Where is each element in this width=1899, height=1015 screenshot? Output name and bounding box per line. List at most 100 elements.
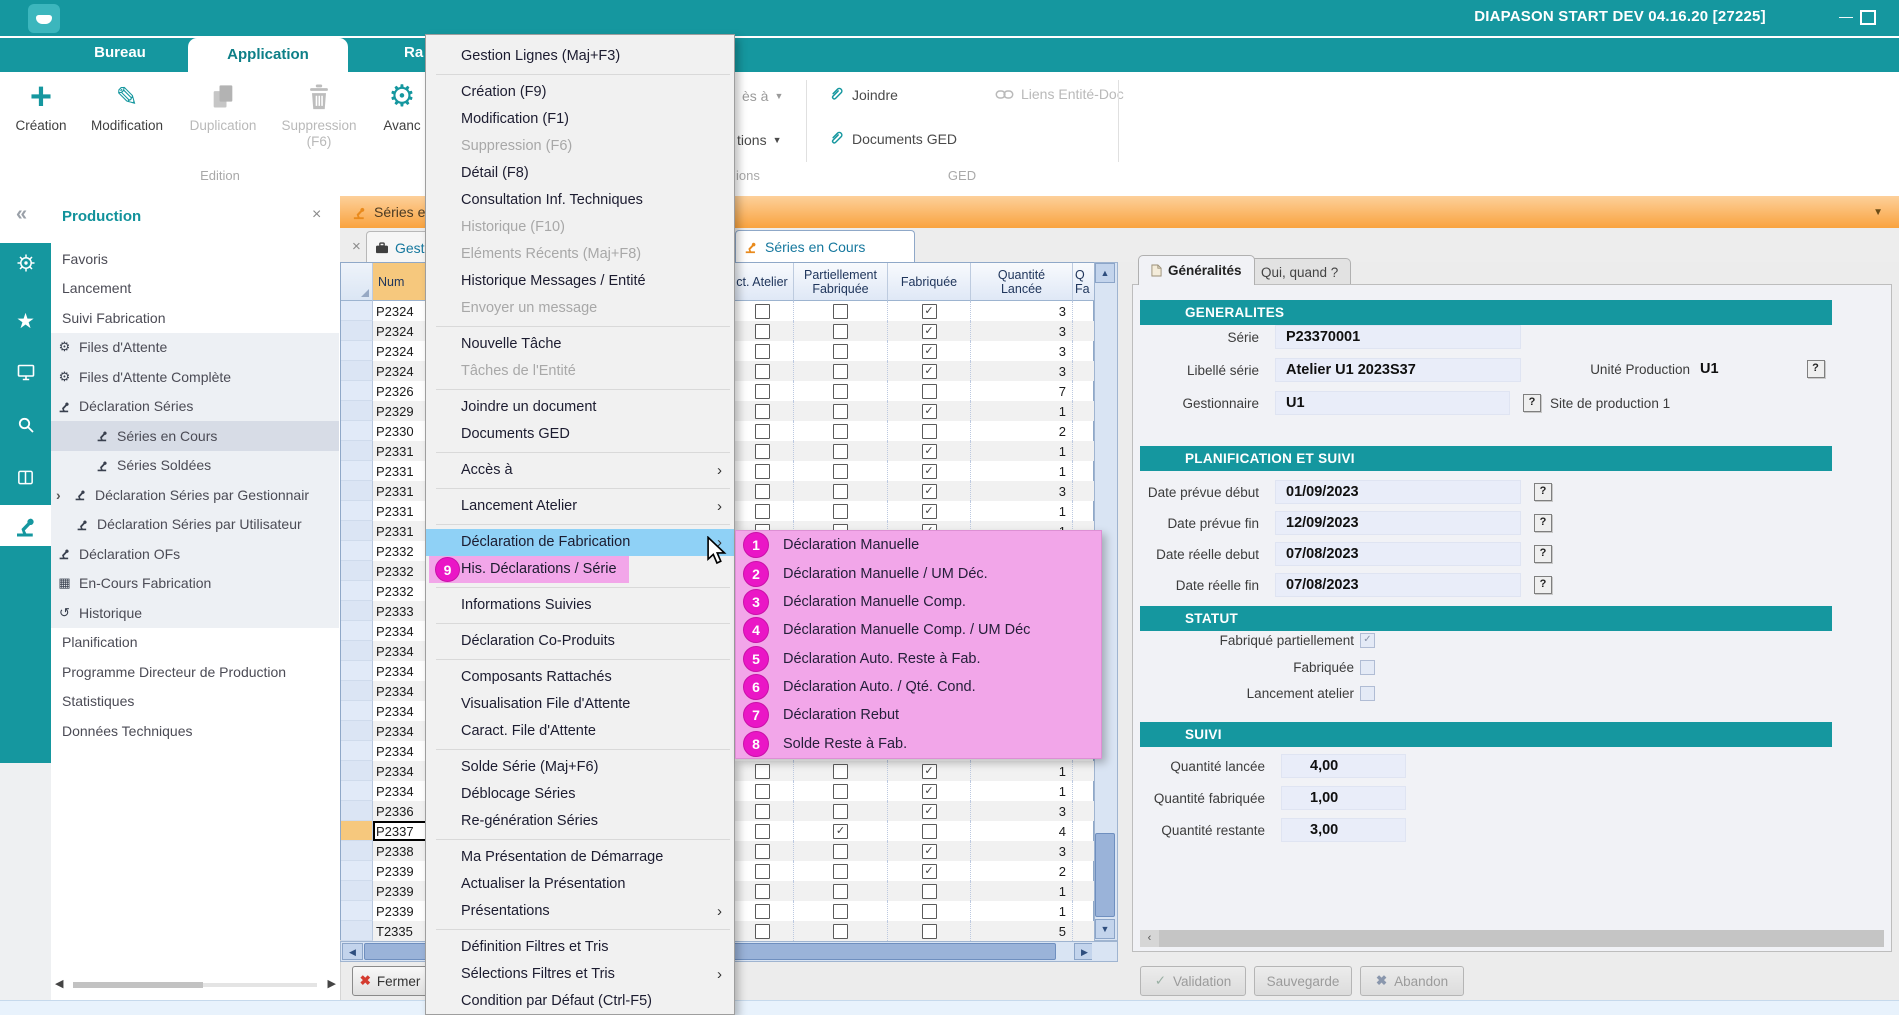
checkbox-fabriquee[interactable]: ✓ (922, 504, 937, 519)
cell-num[interactable]: P2336 (373, 801, 431, 821)
submenu-item[interactable]: 1Déclaration Manuelle (736, 531, 1101, 559)
date-field[interactable]: 07/08/2023 (1275, 573, 1521, 597)
checkbox-partiellement[interactable] (833, 464, 848, 479)
cell-num[interactable]: P2339 (373, 861, 431, 881)
sauvegarde-button[interactable]: Sauvegarde (1254, 966, 1352, 996)
menu-item[interactable]: Nouvelle Tâche (426, 331, 734, 358)
row-selector[interactable] (341, 481, 373, 501)
column-header-quantite[interactable]: QuantitéLancée (971, 263, 1073, 301)
row-selector[interactable] (341, 901, 373, 921)
menu-item[interactable]: Définition Filtres et Tris (426, 934, 734, 961)
serie-field[interactable]: P23370001 (1275, 325, 1521, 349)
sidebar-item[interactable]: Déclaration Séries (51, 392, 339, 422)
submenu-item[interactable]: 8Solde Reste à Fab. (736, 730, 1101, 758)
scroll-left-button[interactable]: ◀ (342, 943, 363, 960)
scroll-up-button[interactable]: ▲ (1095, 263, 1115, 283)
cell-num[interactable]: P2326 (373, 381, 431, 401)
checkbox-atelier[interactable] (755, 864, 770, 879)
cell-num[interactable]: P2330 (373, 421, 431, 441)
row-selector[interactable] (341, 641, 373, 661)
checkbox-atelier[interactable] (755, 384, 770, 399)
cell-num[interactable]: P2334 (373, 721, 431, 741)
creation-button[interactable]: + Création (10, 76, 72, 134)
help-button[interactable]: ? (1523, 394, 1541, 412)
row-selector[interactable] (341, 841, 373, 861)
row-selector[interactable] (341, 701, 373, 721)
menu-item[interactable]: Documents GED (426, 421, 734, 448)
sidebar-item[interactable]: Lancement (51, 274, 339, 304)
cell-num[interactable]: P2332 (373, 581, 431, 601)
date-field[interactable]: 12/09/2023 (1275, 511, 1521, 535)
menu-item[interactable]: Informations Suivies (426, 592, 734, 619)
sidebar-item[interactable]: ›Déclaration Séries par Gestionnair (51, 480, 339, 510)
checkbox-atelier[interactable] (755, 344, 770, 359)
checkbox-partiellement[interactable] (833, 884, 848, 899)
expand-chevron-icon[interactable]: › (56, 487, 72, 503)
scroll-down-button[interactable]: ▼ (1095, 919, 1115, 939)
minimize-button[interactable]: — (1834, 8, 1858, 24)
cell-num[interactable]: P2333 (373, 601, 431, 621)
cell-num[interactable]: P2334 (373, 761, 431, 781)
checkbox-fabriquee[interactable]: ✓ (922, 764, 937, 779)
cell-num[interactable]: P2324 (373, 341, 431, 361)
cell-num[interactable]: P2339 (373, 901, 431, 921)
checkbox-fabriquee[interactable] (922, 924, 937, 939)
row-selector[interactable] (341, 721, 373, 741)
sidebar-item[interactable]: Déclaration Séries par Utilisateur (51, 510, 339, 540)
vertical-scrollbar-thumb[interactable] (1095, 833, 1115, 917)
cell-num[interactable]: P2332 (373, 541, 431, 561)
row-selector[interactable] (341, 421, 373, 441)
checkbox-atelier[interactable] (755, 324, 770, 339)
cell-num[interactable]: P2334 (373, 661, 431, 681)
sidebar-item[interactable]: Séries en Cours (51, 421, 339, 451)
production-robot-arm-icon[interactable] (0, 505, 51, 546)
actions-dropdown[interactable]: tions▼ (737, 132, 782, 148)
menu-item[interactable]: Modification (F1) (426, 106, 734, 133)
row-selector[interactable] (341, 501, 373, 521)
checkbox-atelier[interactable] (755, 884, 770, 899)
row-selector[interactable] (341, 681, 373, 701)
checkbox-partiellement[interactable] (833, 864, 848, 879)
checkbox-partiellement[interactable] (833, 484, 848, 499)
libelle-field[interactable]: Atelier U1 2023S37 (1275, 358, 1521, 382)
menu-item[interactable]: Consultation Inf. Techniques (426, 187, 734, 214)
checkbox-atelier[interactable] (755, 924, 770, 939)
menu-item[interactable]: Ma Présentation de Démarrage (426, 844, 734, 871)
menu-item[interactable]: Détail (F8) (426, 160, 734, 187)
help-button[interactable]: ? (1534, 483, 1552, 501)
sidebar-item[interactable]: Favoris (51, 244, 339, 274)
favorites-star-icon[interactable]: ★ (0, 309, 51, 334)
cell-num[interactable]: P2331 (373, 501, 431, 521)
cell-num[interactable]: P2337 (373, 821, 431, 841)
scroll-left-icon[interactable]: ◀ (55, 977, 63, 990)
checkbox-fabriquee[interactable]: ✓ (922, 344, 937, 359)
row-selector[interactable] (341, 761, 373, 781)
menu-item[interactable]: Actualiser la Présentation (426, 871, 734, 898)
acces-a-dropdown[interactable]: ès à▼ (742, 88, 783, 104)
menu-item[interactable]: Caract. File d'Attente (426, 718, 734, 745)
row-selector[interactable] (341, 861, 373, 881)
row-selector[interactable] (341, 801, 373, 821)
checkbox-fabriquee[interactable]: ✓ (922, 484, 937, 499)
tab-qui-quand[interactable]: Qui, quand ? (1248, 258, 1351, 285)
checkbox-atelier[interactable] (755, 424, 770, 439)
checkbox-fabriquee[interactable]: ✓ (922, 864, 937, 879)
columns-icon[interactable] (0, 468, 51, 490)
menu-item[interactable]: Gestion Lignes (Maj+F3) (426, 43, 734, 70)
menu-item[interactable]: 9His. Déclarations / Série (426, 556, 734, 583)
sidebar-item[interactable]: Déclaration OFs (51, 539, 339, 569)
checkbox-fabriquee[interactable] (922, 904, 937, 919)
checkbox-fabriquee[interactable]: ✓ (922, 464, 937, 479)
menu-item[interactable]: Re-génération Séries (426, 808, 734, 835)
menu-item[interactable]: Joindre un document (426, 394, 734, 421)
checkbox-atelier[interactable] (755, 844, 770, 859)
row-selector[interactable] (341, 381, 373, 401)
checkbox-atelier[interactable] (755, 764, 770, 779)
submenu-item[interactable]: 4Déclaration Manuelle Comp. / UM Déc (736, 616, 1101, 644)
menu-item[interactable]: Condition par Défaut (Ctrl-F5) (426, 988, 734, 1015)
checkbox-atelier[interactable] (755, 804, 770, 819)
submenu-item[interactable]: 2Déclaration Manuelle / UM Déc. (736, 560, 1101, 588)
row-selector[interactable] (341, 621, 373, 641)
cell-num[interactable]: T2335 (373, 921, 431, 941)
sidebar-item[interactable]: Statistiques (51, 687, 339, 717)
